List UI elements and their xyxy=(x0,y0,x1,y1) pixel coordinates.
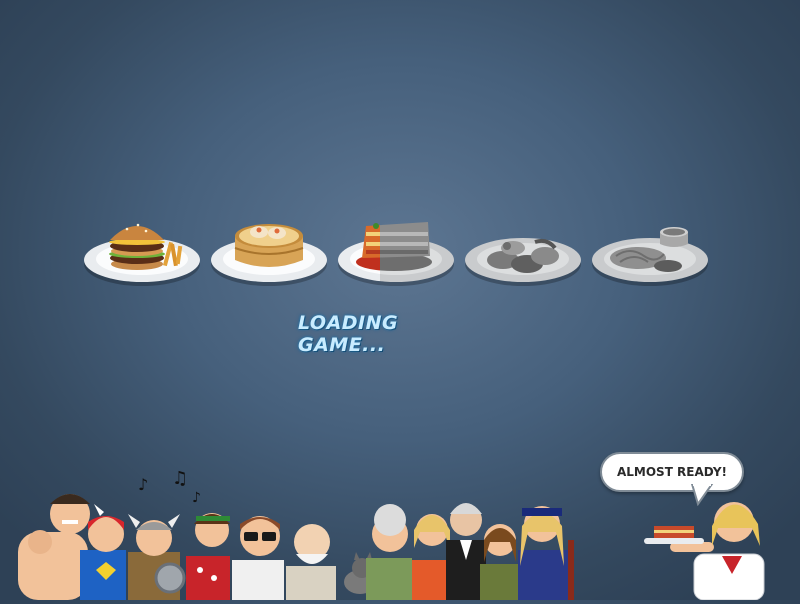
burger-plate xyxy=(82,212,202,292)
svg-text:♫: ♫ xyxy=(172,470,188,489)
waitress-character xyxy=(640,484,800,601)
speech-text: ALMOST READY! xyxy=(616,465,728,479)
music-note-icon: ♪ ♫ ♪ xyxy=(138,470,201,506)
rocker-character xyxy=(518,506,574,600)
loading-label: LOADING GAME... xyxy=(298,312,399,356)
old-man-character xyxy=(286,524,336,600)
stir-fry-plate xyxy=(463,212,583,292)
svg-text:♪: ♪ xyxy=(138,475,148,494)
waitress-plate xyxy=(644,538,704,544)
viking-character xyxy=(128,514,186,600)
pasta-plate xyxy=(590,212,710,292)
svg-text:♪: ♪ xyxy=(192,490,201,506)
character-crowd: ♪ ♫ ♪ xyxy=(0,470,590,600)
lasagna-plate xyxy=(336,212,456,292)
geek-character xyxy=(232,516,284,600)
old-lady-character xyxy=(366,504,412,600)
dish-progress-row xyxy=(82,212,712,292)
loading-screen: { "loading": { "label": "LOADING GAME...… xyxy=(0,0,800,601)
dim-sum-plate xyxy=(209,212,329,292)
strongman-character xyxy=(18,494,90,600)
singer-character xyxy=(186,513,230,600)
